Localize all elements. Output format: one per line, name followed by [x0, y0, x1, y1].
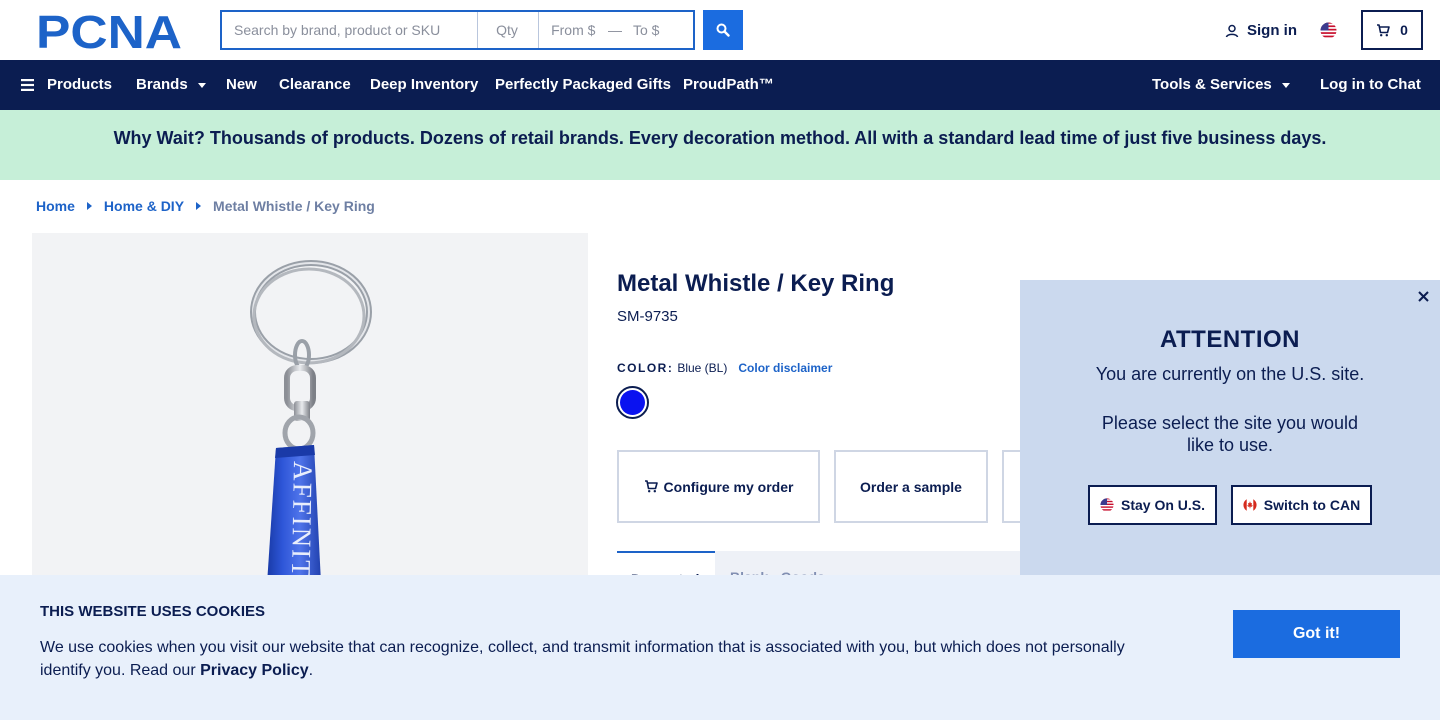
us-flag-icon	[1100, 498, 1114, 512]
chevron-down-icon	[1281, 83, 1290, 88]
nav-deep-inventory-label: Deep Inventory	[370, 76, 479, 93]
cookie-banner: THIS WEBSITE USES COOKIES We use cookies…	[0, 575, 1440, 720]
stay-on-us-label: Stay On U.S.	[1120, 497, 1206, 513]
promo-banner: Why Wait? Thousands of products. Dozens …	[0, 110, 1440, 180]
nav-brands-label: Brands	[136, 76, 188, 93]
cart-icon	[1377, 23, 1390, 36]
got-it-button[interactable]: Got it!	[1233, 610, 1400, 658]
breadcrumb-home-diy[interactable]: Home & DIY	[104, 198, 184, 214]
configure-order-label: Configure my order	[663, 478, 794, 495]
nav-chat-label: Log in to Chat	[1320, 76, 1421, 93]
nav-new-label: New	[226, 76, 257, 93]
signin-label: Sign in	[1247, 22, 1297, 39]
qty-input[interactable]	[478, 12, 540, 48]
nav-products-label: Products	[47, 76, 113, 93]
switch-to-can-label: Switch to CAN	[1263, 497, 1361, 513]
breadcrumb-current: Metal Whistle / Key Ring	[213, 198, 375, 214]
breadcrumb: Home Home & DIY Metal Whistle / Key Ring	[36, 198, 375, 214]
user-icon	[1225, 24, 1239, 37]
search-input[interactable]	[222, 12, 479, 48]
switch-to-can-button[interactable]: Switch to CAN	[1231, 485, 1372, 525]
popup-message-current-site: You are currently on the U.S. site.	[1095, 364, 1365, 384]
product-title: Metal Whistle / Key Ring	[617, 270, 895, 297]
signin-link[interactable]: Sign in	[1225, 22, 1297, 39]
color-label: COLOR:	[617, 361, 674, 375]
price-to-input[interactable]	[623, 12, 693, 48]
breadcrumb-home[interactable]: Home	[36, 198, 75, 214]
nav-brands[interactable]: Brands	[136, 76, 206, 93]
site-select-popup: ATTENTION You are currently on the U.S. …	[1020, 280, 1440, 580]
cookie-text: We use cookies when you visit our websit…	[40, 636, 1150, 682]
privacy-policy-link[interactable]: Privacy Policy	[200, 662, 309, 679]
configure-order-button[interactable]: Configure my order	[617, 450, 820, 523]
breadcrumb-arrow-icon	[196, 202, 202, 210]
nav-clearance-label: Clearance	[279, 76, 351, 93]
nav-deep-inventory[interactable]: Deep Inventory	[370, 76, 478, 93]
nav-clearance[interactable]: Clearance	[279, 76, 351, 93]
nav-tools-label: Tools & Services	[1152, 76, 1272, 93]
search-button[interactable]	[703, 10, 743, 50]
order-sample-label: Order a sample	[860, 478, 962, 495]
canada-flag-icon	[1243, 498, 1257, 512]
close-icon	[1417, 290, 1429, 302]
nav-gifts-label: Perfectly Packaged Gifts	[495, 76, 671, 93]
hamburger-icon	[21, 78, 34, 91]
color-swatch-blue[interactable]	[616, 386, 649, 419]
nav-proudpath[interactable]: ProudPath™	[683, 76, 774, 93]
nav-login-chat[interactable]: Log in to Chat	[1320, 76, 1421, 93]
nav-proudpath-label: ProudPath™	[683, 76, 774, 93]
cart-count: 0	[1400, 22, 1408, 38]
cart-icon	[644, 480, 658, 493]
order-sample-button[interactable]: Order a sample	[834, 450, 988, 523]
color-value: Blue (BL)	[677, 361, 728, 375]
nav-products[interactable]: Products	[21, 76, 112, 93]
stay-on-us-button[interactable]: Stay On U.S.	[1088, 485, 1217, 525]
us-flag-icon[interactable]	[1320, 22, 1337, 39]
price-range-dash: —	[608, 22, 623, 38]
chevron-down-icon	[197, 83, 206, 88]
nav-tools-services[interactable]: Tools & Services	[1152, 76, 1290, 93]
popup-message-select-site: Please select the site you would like to…	[1101, 413, 1359, 455]
color-disclaimer-link[interactable]: Color disclaimer	[738, 361, 832, 375]
close-button[interactable]	[1415, 288, 1431, 304]
color-selector-row: COLOR: Blue (BL) Color disclaimer	[617, 361, 832, 375]
breadcrumb-arrow-icon	[86, 202, 92, 210]
cookie-period: .	[308, 662, 314, 679]
search-icon	[716, 23, 730, 37]
product-sku: SM-9735	[617, 308, 678, 325]
nav-new[interactable]: New	[226, 76, 257, 93]
nav-perfectly-packaged-gifts[interactable]: Perfectly Packaged Gifts	[495, 76, 671, 93]
search-bar: —	[220, 10, 695, 50]
popup-title: ATTENTION	[1159, 326, 1301, 353]
promo-text: Why Wait? Thousands of products. Dozens …	[113, 128, 1327, 148]
price-from-input[interactable]	[539, 12, 608, 48]
logo-text: PCNA	[36, 11, 182, 51]
swatch-fill	[620, 390, 645, 415]
pcna-logo[interactable]: PCNA	[36, 11, 186, 51]
site-header: PCNA — Sign in	[0, 0, 1440, 60]
cart-button[interactable]: 0	[1361, 10, 1423, 50]
cookie-title: THIS WEBSITE USES COOKIES	[40, 603, 266, 620]
main-nav: Products Brands New Clearance Deep Inven…	[0, 60, 1440, 110]
